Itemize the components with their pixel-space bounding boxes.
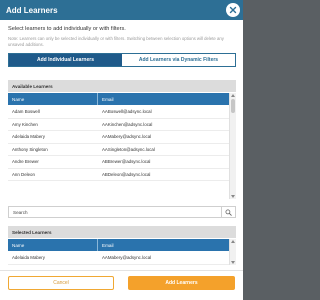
tab-add-individual-learners[interactable]: Add Individual Learners bbox=[9, 54, 122, 66]
add-learners-dialog: Add Learners Select learners to add indi… bbox=[0, 0, 243, 300]
selection-mode-tabs: Add Individual Learners Add Learners via… bbox=[8, 53, 236, 67]
table-row[interactable]: Andre Brewer ABBrewer@adsync.local bbox=[8, 156, 229, 169]
learner-email: AAMabery@adsync.local bbox=[102, 255, 152, 261]
scroll-up-arrow-icon[interactable] bbox=[231, 94, 235, 97]
learner-name: Adam Boswell bbox=[12, 109, 40, 115]
scroll-down-arrow-icon[interactable] bbox=[231, 195, 235, 198]
table-row[interactable]: Ann Deleon ABDeleon@adsync.local bbox=[8, 169, 229, 181]
learner-email: ABBrewer@adsync.local bbox=[102, 159, 151, 165]
learner-email: AASingleton@adsync.local bbox=[102, 146, 155, 152]
table-row[interactable]: Adelaida Mabery AAMabery@adsync.local bbox=[8, 252, 229, 265]
available-learners-title: Available Learners bbox=[8, 80, 236, 92]
cancel-button[interactable]: Cancel bbox=[8, 276, 114, 290]
learner-name: Adelaida Mabery bbox=[12, 255, 45, 261]
column-header-name[interactable]: Name bbox=[8, 239, 98, 251]
table-row[interactable]: Amy Kinchen AAKinchen@adsync.local bbox=[8, 119, 229, 131]
search-icon[interactable] bbox=[221, 207, 235, 217]
add-learners-button[interactable]: Add Learners bbox=[128, 276, 235, 290]
selected-learners-scrollbar[interactable] bbox=[229, 239, 236, 265]
column-header-email[interactable]: Email bbox=[98, 239, 236, 251]
dialog-title: Add Learners bbox=[6, 5, 58, 15]
scrollbar-thumb[interactable] bbox=[231, 99, 235, 113]
intro-text: Select learners to add individually or w… bbox=[8, 26, 126, 32]
learner-email: AAKinchen@adsync.local bbox=[102, 121, 153, 127]
search-bar: Search bbox=[8, 206, 236, 218]
learner-email: AABoswell@adsync.local bbox=[102, 109, 152, 115]
selected-learners-list: Adelaida Mabery AAMabery@adsync.local bbox=[8, 252, 229, 265]
learner-name: Andre Brewer bbox=[12, 159, 39, 165]
table-row[interactable]: Adam Boswell AABoswell@adsync.local bbox=[8, 106, 229, 119]
column-header-name[interactable]: Name bbox=[8, 93, 98, 105]
column-header-email[interactable]: Email bbox=[98, 93, 236, 105]
available-learners-list: Adam Boswell AABoswell@adsync.local Amy … bbox=[8, 106, 229, 181]
scroll-down-arrow-icon[interactable] bbox=[231, 261, 235, 264]
tab-add-learners-via-dynamic-filters[interactable]: Add Learners via Dynamic Filters bbox=[122, 54, 235, 66]
table-row[interactable]: Anthony Singleton AASingleton@adsync.loc… bbox=[8, 144, 229, 156]
available-learners-header: Name Email bbox=[8, 93, 236, 105]
scroll-up-arrow-icon[interactable] bbox=[231, 240, 235, 243]
learner-name: Ann Deleon bbox=[12, 171, 35, 177]
footer-divider bbox=[0, 270, 243, 271]
available-learners-scrollbar[interactable] bbox=[229, 93, 236, 199]
selected-learners-header: Name Email bbox=[8, 239, 236, 251]
note-text: Note: Learners can only be selected indi… bbox=[8, 36, 224, 47]
learner-email: AAMabery@adsync.local bbox=[102, 134, 152, 140]
selected-learners-title: Selected Learners bbox=[8, 226, 236, 238]
table-row[interactable]: Adelaida Mabery AAMabery@adsync.local bbox=[8, 131, 229, 144]
learner-email: ABDeleon@adsync.local bbox=[102, 171, 151, 177]
close-icon[interactable] bbox=[226, 3, 240, 17]
learner-name: Anthony Singleton bbox=[12, 146, 48, 152]
search-input[interactable]: Search bbox=[9, 210, 221, 215]
learner-name: Amy Kinchen bbox=[12, 121, 38, 127]
learner-name: Adelaida Mabery bbox=[12, 134, 45, 140]
dialog-header: Add Learners bbox=[0, 0, 243, 20]
